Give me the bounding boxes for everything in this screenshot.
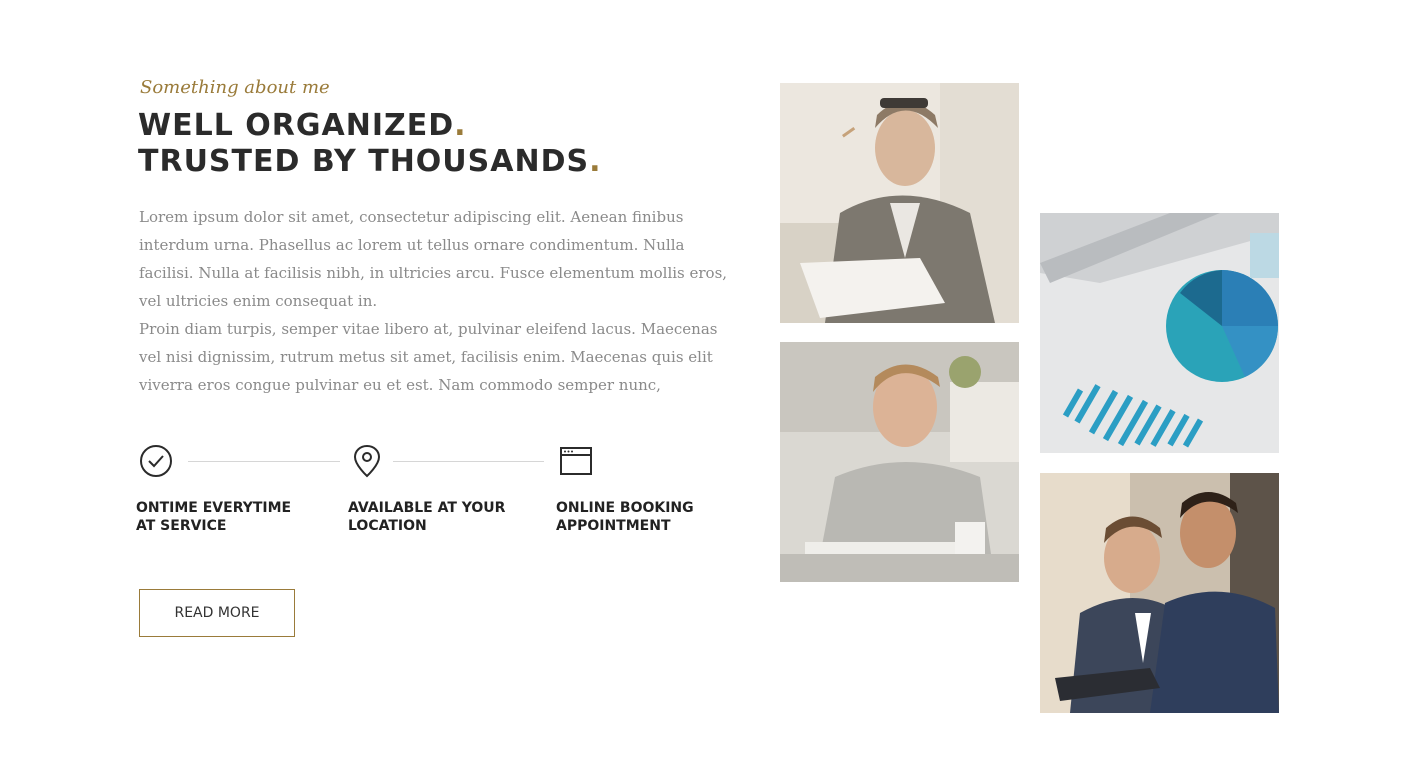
photo-tablet-pie-chart bbox=[1040, 213, 1279, 453]
heading-line-1: WELL ORGANIZED. bbox=[138, 108, 467, 143]
browser-window-icon bbox=[559, 444, 593, 478]
photo-man-at-desk bbox=[780, 342, 1019, 582]
intro-paragraph-2: Proin diam turpis, semper vitae libero a… bbox=[139, 320, 718, 394]
feature-ontime: ONTIME EVERYTIME AT SERVICE bbox=[136, 500, 292, 534]
map-pin-icon bbox=[352, 444, 386, 478]
check-circle-icon bbox=[139, 444, 173, 478]
read-more-button[interactable]: READ MORE bbox=[139, 589, 295, 637]
section-subtitle: Something about me bbox=[140, 77, 330, 98]
photo-two-businessmen-tablet bbox=[1040, 473, 1279, 713]
feature-booking: ONLINE BOOKING APPOINTMENT bbox=[556, 500, 694, 534]
feature-divider bbox=[393, 461, 544, 462]
photo-man-reading-documents bbox=[780, 83, 1019, 323]
feature-divider bbox=[188, 461, 340, 462]
heading-line-2: TRUSTED BY THOUSANDS. bbox=[138, 144, 602, 179]
feature-location: AVAILABLE AT YOUR LOCATION bbox=[348, 500, 506, 534]
intro-paragraph-1: Lorem ipsum dolor sit amet, consectetur … bbox=[139, 208, 728, 310]
section-heading: WELL ORGANIZED. TRUSTED BY THOUSANDS. bbox=[138, 108, 602, 180]
